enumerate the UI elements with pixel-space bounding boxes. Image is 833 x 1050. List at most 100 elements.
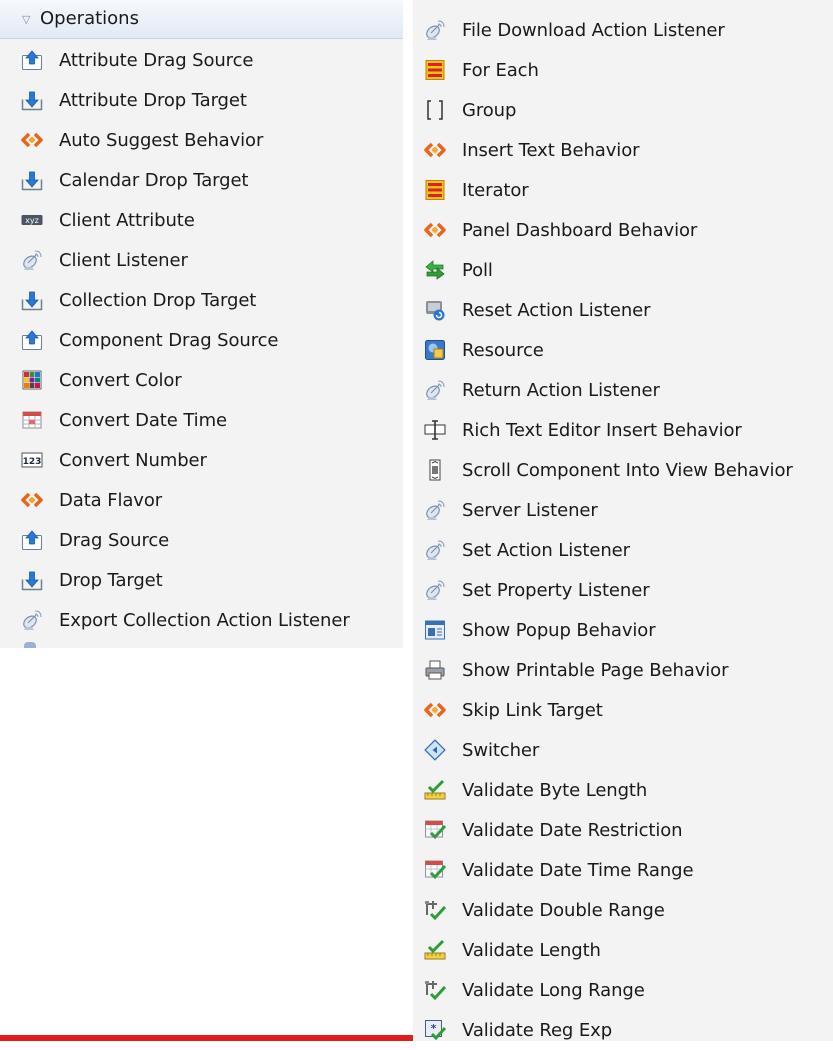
operations-palette-left: ▽ Operations Attribute Drag Source Attrib…	[0, 0, 403, 648]
palette-item-insert-text-behavior[interactable]: Insert Text Behavior	[423, 130, 640, 170]
xyz-attribute-icon: xyz	[20, 208, 44, 232]
palette-item-convert-date-time[interactable]: Convert Date Time	[20, 400, 227, 440]
palette-item-skip-link-target[interactable]: Skip Link Target	[423, 690, 603, 730]
satellite-listener-icon	[423, 538, 447, 562]
palette-item-label: Validate Date Restriction	[462, 819, 683, 841]
group-bracket-icon	[423, 98, 447, 122]
palette-item-label: Export Collection Action Listener	[59, 609, 350, 631]
palette-item-attribute-drag-source[interactable]: Attribute Drag Source	[20, 40, 253, 80]
palette-item-label: Show Printable Page Behavior	[462, 659, 729, 681]
satellite-listener-icon	[423, 18, 447, 42]
palette-item-reset-action-listener[interactable]: Reset Action Listener	[423, 290, 651, 330]
satellite-listener-icon	[20, 248, 44, 272]
palette-item-scroll-component-into-view-behavior[interactable]: Scroll Component Into View Behavior	[423, 450, 793, 490]
svg-text:123: 123	[23, 457, 42, 467]
palette-item-return-action-listener[interactable]: Return Action Listener	[423, 370, 660, 410]
palette-item-label: Set Action Listener	[462, 539, 630, 561]
ruler-check-icon	[423, 778, 447, 802]
palette-item-convert-number[interactable]: 123 Convert Number	[20, 440, 207, 480]
palette-item-drop-target[interactable]: Drop Target	[20, 560, 163, 600]
operations-palette-right: File Download Action Listener For Each Gro…	[413, 0, 833, 1041]
palette-item-validate-date-time-range[interactable]: Validate Date Time Range	[423, 850, 694, 890]
satellite-listener-icon	[423, 578, 447, 602]
calendar-check-icon	[423, 818, 447, 842]
operations-header-label: Operations	[40, 8, 139, 29]
palette-item-for-each[interactable]: For Each	[423, 50, 539, 90]
regex-check-icon: *	[423, 1018, 447, 1042]
palette-item-label: Convert Color	[59, 369, 182, 391]
popup-window-icon	[423, 618, 447, 642]
palette-item-label: Set Property Listener	[462, 579, 650, 601]
palette-item-set-property-listener[interactable]: Set Property Listener	[423, 570, 650, 610]
poll-arrows-icon	[423, 258, 447, 282]
upload-arrow-icon	[20, 328, 44, 352]
behavior-diamond-icon	[20, 128, 44, 152]
palette-item-label: Attribute Drop Target	[59, 89, 247, 111]
behavior-diamond-icon	[423, 218, 447, 242]
upload-arrow-icon	[20, 528, 44, 552]
palette-item-client-listener[interactable]: Client Listener	[20, 240, 188, 280]
palette-item-label: Reset Action Listener	[462, 299, 651, 321]
palette-item-show-popup-behavior[interactable]: Show Popup Behavior	[423, 610, 656, 650]
ruler-check-icon	[423, 938, 447, 962]
palette-item-export-collection-action-listener[interactable]: Export Collection Action Listener	[20, 600, 350, 640]
satellite-listener-icon	[423, 498, 447, 522]
palette-item-resource[interactable]: Resource	[423, 330, 544, 370]
palette-item-label: Calendar Drop Target	[59, 169, 249, 191]
palette-item-label: Client Listener	[59, 249, 188, 271]
palette-item-poll[interactable]: Poll	[423, 250, 493, 290]
palette-item-label: For Each	[462, 59, 539, 81]
color-grid-icon	[20, 368, 44, 392]
palette-item-label: Component Drag Source	[59, 329, 279, 351]
calendar-grid-icon	[20, 408, 44, 432]
palette-item-validate-byte-length[interactable]: Validate Byte Length	[423, 770, 647, 810]
palette-item-label: Convert Number	[59, 449, 207, 471]
palette-item-label: Insert Text Behavior	[462, 139, 640, 161]
palette-item-show-printable-page-behavior[interactable]: Show Printable Page Behavior	[423, 650, 728, 690]
palette-item-group[interactable]: Group	[423, 90, 516, 130]
palette-item-label: Skip Link Target	[462, 699, 603, 721]
palette-item-label: Poll	[462, 259, 493, 281]
palette-item-iterator[interactable]: Iterator	[423, 170, 529, 210]
palette-item-component-drag-source[interactable]: Component Drag Source	[20, 320, 278, 360]
behavior-diamond-icon	[423, 698, 447, 722]
palette-item-server-listener[interactable]: Server Listener	[423, 490, 598, 530]
palette-item-data-flavor[interactable]: Data Flavor	[20, 480, 162, 520]
palette-item-auto-suggest-behavior[interactable]: Auto Suggest Behavior	[20, 120, 263, 160]
palette-item-label: Validate Reg Exp	[462, 1019, 613, 1041]
palette-item-label: Resource	[462, 339, 544, 361]
palette-item-label: Validate Long Range	[462, 979, 645, 1001]
palette-item-label: Panel Dashboard Behavior	[462, 219, 698, 241]
palette-item-label: Drag Source	[59, 529, 170, 551]
palette-item-validate-length[interactable]: Validate Length	[423, 930, 601, 970]
switcher-diamond-icon	[423, 738, 447, 762]
palette-item-label: File Download Action Listener	[462, 19, 725, 41]
palette-item-file-download-action-listener[interactable]: File Download Action Listener	[423, 10, 725, 50]
palette-item-label: Rich Text Editor Insert Behavior	[462, 419, 742, 441]
operations-category-header[interactable]: ▽ Operations	[0, 0, 403, 39]
svg-text:xyz: xyz	[25, 216, 39, 225]
palette-item-set-action-listener[interactable]: Set Action Listener	[423, 530, 630, 570]
palette-item-validate-reg-exp[interactable]: * Validate Reg Exp	[423, 1010, 612, 1050]
red-underline	[0, 1035, 413, 1041]
upload-arrow-icon	[20, 48, 44, 72]
palette-item-calendar-drop-target[interactable]: Calendar Drop Target	[20, 160, 248, 200]
palette-item-attribute-drop-target[interactable]: Attribute Drop Target	[20, 80, 247, 120]
palette-item-label: Switcher	[462, 739, 540, 761]
palette-item-validate-long-range[interactable]: Validate Long Range	[423, 970, 645, 1010]
palette-item-label: Validate Date Time Range	[462, 859, 694, 881]
palette-item-convert-color[interactable]: Convert Color	[20, 360, 182, 400]
palette-item-validate-double-range[interactable]: Validate Double Range	[423, 890, 665, 930]
palette-item-client-attribute[interactable]: xyz Client Attribute	[20, 200, 195, 240]
palette-item-panel-dashboard-behavior[interactable]: Panel Dashboard Behavior	[423, 210, 697, 250]
behavior-diamond-icon	[20, 488, 44, 512]
palette-item-drag-source[interactable]: Drag Source	[20, 520, 169, 560]
number-123-icon: 123	[20, 448, 44, 472]
palette-item-validate-date-restriction[interactable]: Validate Date Restriction	[423, 810, 683, 850]
resource-icon	[423, 338, 447, 362]
palette-item-label: Data Flavor	[59, 489, 163, 511]
palette-item-switcher[interactable]: Switcher	[423, 730, 539, 770]
collapse-triangle-icon[interactable]: ▽	[22, 13, 30, 26]
palette-item-collection-drop-target[interactable]: Collection Drop Target	[20, 280, 256, 320]
palette-item-rich-text-editor-insert-behavior[interactable]: Rich Text Editor Insert Behavior	[423, 410, 742, 450]
